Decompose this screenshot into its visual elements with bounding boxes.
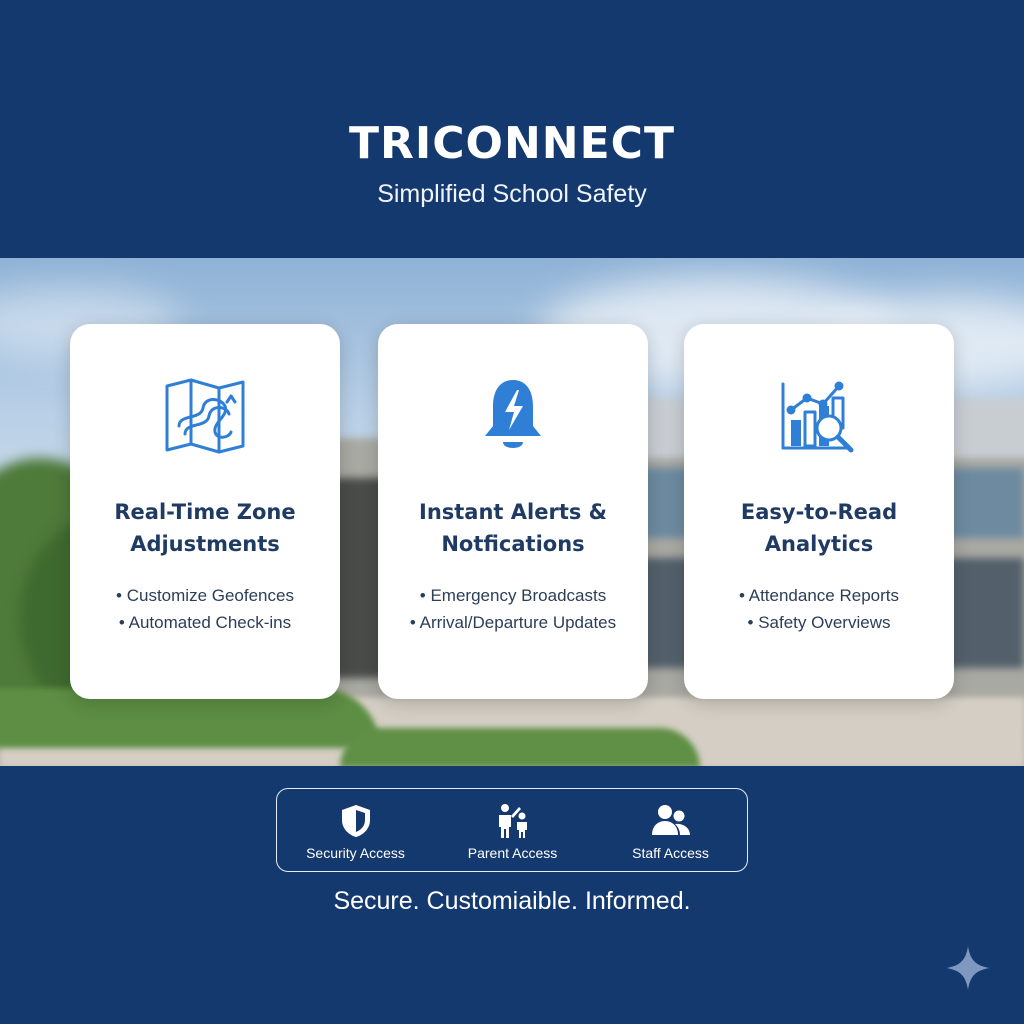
list-item: Automated Check-ins [80, 609, 330, 636]
staff-group-icon [592, 803, 749, 839]
shield-icon [277, 803, 434, 839]
sparkle-icon [946, 946, 990, 990]
feature-card-zone[interactable]: Real-Time Zone Adjustments Customize Geo… [70, 324, 340, 699]
security-access-button[interactable]: Security Access [277, 789, 434, 873]
map-route-icon [70, 376, 340, 456]
access-label: Staff Access [632, 845, 709, 861]
card-title: Easy-to-Read Analytics [740, 500, 898, 556]
brand-title: TRICONNECT [349, 118, 675, 169]
access-options: Security Access Parent Access Staff Acce… [276, 788, 748, 872]
parent-child-icon [434, 803, 591, 839]
access-label: Parent Access [467, 845, 558, 861]
list-item: Attendance Reports [694, 582, 944, 609]
list-item: Arrival/Departure Updates [388, 609, 638, 636]
header-banner: TRICONNECT Simplified School Safety [0, 0, 1024, 258]
card-title: Instant Alerts & Notfications [419, 500, 607, 556]
card-title: Real-Time Zone Adjustments [114, 500, 296, 556]
tagline: Simplified School Safety [377, 180, 647, 208]
analytics-chart-icon [684, 376, 954, 456]
feature-card-alerts[interactable]: Instant Alerts & Notfications Emergency … [378, 324, 648, 699]
list-item: Emergency Broadcasts [388, 582, 638, 609]
list-item: Safety Overviews [694, 609, 944, 636]
list-item: Customize Geofences [80, 582, 330, 609]
alert-bell-icon [378, 376, 648, 456]
feature-list: Emergency Broadcasts Arrival/Departure U… [388, 582, 638, 636]
feature-card-analytics[interactable]: Easy-to-Read Analytics Attendance Report… [684, 324, 954, 699]
feature-list: Attendance Reports Safety Overviews [694, 582, 944, 636]
access-label: Security Access [306, 845, 405, 861]
staff-access-button[interactable]: Staff Access [592, 789, 749, 873]
feature-list: Customize Geofences Automated Check-ins [80, 582, 330, 636]
motto-text: Secure. Customiaible. Informed. [333, 887, 691, 915]
parent-access-button[interactable]: Parent Access [434, 789, 591, 873]
